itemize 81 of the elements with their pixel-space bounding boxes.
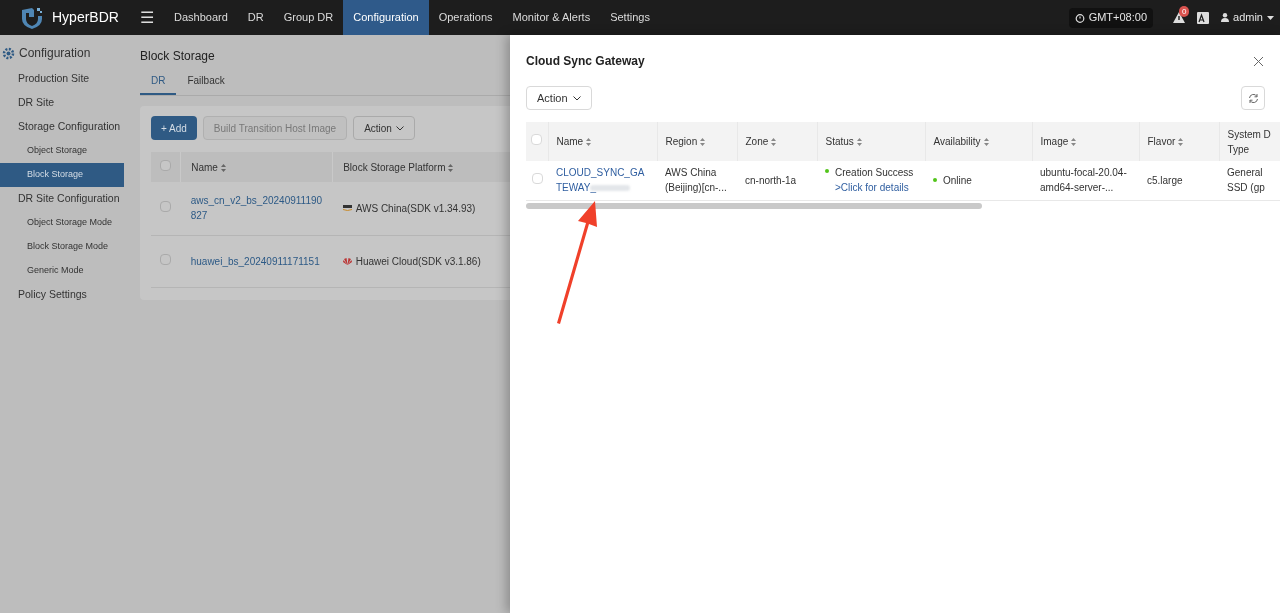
- sidebar-item[interactable]: DR Site Configuration: [0, 187, 130, 211]
- sidebar-item[interactable]: Generic Mode: [0, 259, 130, 283]
- sort-icon: [586, 138, 592, 147]
- details-link[interactable]: >Click for details: [835, 180, 914, 196]
- sort-icon: [700, 138, 706, 147]
- storage-name-link[interactable]: huawei_bs_20240911171151: [190, 253, 323, 269]
- column-header: Region: [665, 136, 698, 147]
- action-dropdown[interactable]: Action: [526, 86, 592, 110]
- gateway-name-link[interactable]: CLOUD_SYNC_GATEWAY_: [556, 165, 646, 196]
- sort-icon: [1071, 138, 1077, 147]
- checkbox[interactable]: [160, 253, 172, 265]
- timer-icon: [1074, 12, 1085, 23]
- availability-text: Online: [943, 173, 972, 188]
- shield-logo-icon: [20, 6, 44, 29]
- sidebar-item[interactable]: Policy Settings: [0, 283, 130, 307]
- image-cell: ubuntu-focal-20.04-amd64-server-...: [1040, 167, 1127, 194]
- column-header: Image: [1040, 136, 1069, 147]
- region-cell: AWS China (Beijing)[cn-...: [665, 167, 727, 194]
- sidebar-item[interactable]: Object Storage Mode: [0, 211, 130, 235]
- caret-icon: [1267, 15, 1274, 20]
- sidebar-item[interactable]: Object Storage: [0, 139, 130, 163]
- sort-icon: [771, 138, 777, 147]
- column-header: Block Storage Platform: [343, 161, 446, 173]
- cloud-logo-icon: [342, 205, 352, 212]
- timezone-button[interactable]: GMT+08:00: [1068, 7, 1154, 28]
- refresh-button[interactable]: [1241, 86, 1265, 110]
- column-header: Flavor: [1147, 136, 1176, 147]
- column-header: Name: [556, 136, 584, 147]
- checkbox[interactable]: [531, 172, 543, 184]
- toolbar-button[interactable]: + Add: [151, 116, 197, 140]
- column-header: Availability: [933, 136, 981, 147]
- flower-logo-icon: [342, 257, 352, 265]
- drawer-title: Cloud Sync Gateway: [526, 53, 645, 70]
- tab[interactable]: Failback: [176, 73, 236, 95]
- sidebar-item[interactable]: Block Storage Mode: [0, 235, 130, 259]
- checkbox[interactable]: [160, 159, 172, 171]
- sidebar-item[interactable]: Block Storage: [0, 163, 124, 187]
- user-menu[interactable]: admin: [1221, 9, 1274, 26]
- platform-text: AWS China(SDK v1.34.93): [355, 201, 476, 216]
- tab[interactable]: DR: [140, 73, 177, 95]
- sort-icon: [856, 138, 862, 147]
- sort-icon: [448, 163, 454, 172]
- chevron-icon: [395, 125, 404, 131]
- sidebar-item[interactable]: Production Site: [0, 67, 130, 91]
- close-icon[interactable]: [1254, 56, 1263, 66]
- horizontal-scrollbar[interactable]: [526, 202, 982, 209]
- sidebar-item[interactable]: Storage Configuration: [0, 115, 130, 139]
- sort-icon: [1178, 138, 1184, 147]
- column-header: Status: [825, 136, 854, 147]
- language-icon[interactable]: [1197, 11, 1210, 24]
- nav-tab[interactable]: Settings: [600, 0, 660, 35]
- sidebar-title: Configuration: [19, 45, 91, 62]
- nav-tab[interactable]: Monitor & Alerts: [502, 0, 601, 35]
- nav-tab[interactable]: Dashboard: [164, 0, 238, 35]
- nav-tab[interactable]: Configuration: [343, 0, 429, 35]
- page-title: Block Storage: [140, 48, 216, 65]
- sort-icon: [220, 163, 226, 172]
- nav-tab[interactable]: Group DR: [273, 0, 344, 35]
- column-header: System D Type: [1219, 122, 1280, 161]
- gear-icon: [2, 46, 15, 60]
- zone-cell: cn-north-1a: [745, 174, 797, 186]
- action-dropdown[interactable]: Action: [353, 116, 415, 140]
- nav-tab[interactable]: DR: [237, 0, 274, 35]
- status-text: Creation Success: [835, 166, 914, 181]
- refresh-icon: [1247, 92, 1259, 104]
- nav-tab[interactable]: Operations: [428, 0, 503, 35]
- user-icon: [1221, 13, 1230, 22]
- brand-name: HyperBDR: [52, 8, 119, 27]
- alert-count-badge: 0: [1179, 6, 1190, 17]
- flavor-cell: c5.large: [1147, 174, 1183, 186]
- checkbox[interactable]: [531, 134, 543, 145]
- sort-icon: [983, 138, 989, 147]
- checkbox[interactable]: [160, 200, 172, 212]
- disk-type-cell: General SSD (gp: [1227, 167, 1265, 194]
- column-header: Name: [191, 161, 218, 173]
- storage-name-link[interactable]: aws_cn_v2_bs_20240911190827: [190, 193, 323, 224]
- column-header: Zone: [745, 136, 769, 147]
- platform-text: Huawei Cloud(SDK v3.1.86): [355, 254, 481, 269]
- menu-icon[interactable]: ☰: [140, 5, 154, 30]
- sidebar-item[interactable]: DR Site: [0, 91, 130, 115]
- chevron-icon: [572, 95, 581, 101]
